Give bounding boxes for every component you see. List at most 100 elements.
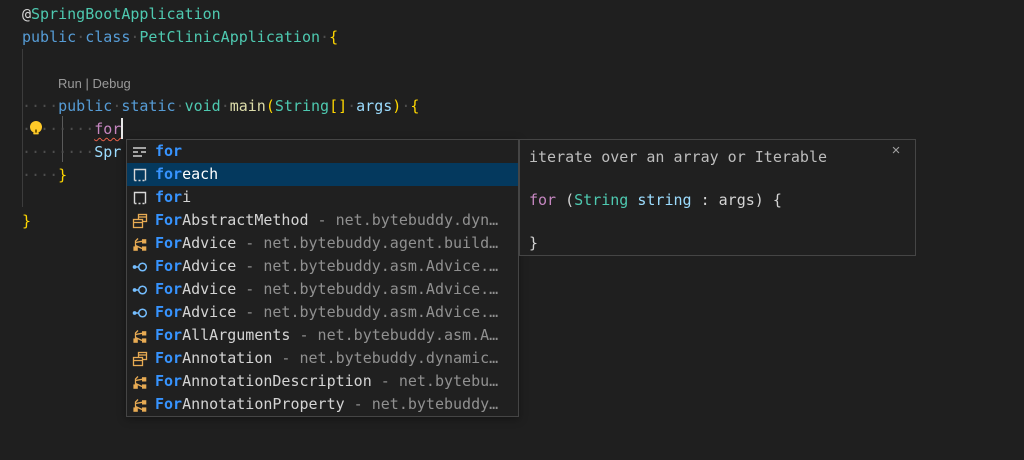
suggestion-item[interactable]: fori [127, 186, 518, 209]
suggestion-label-text: AbstractMethod [182, 209, 308, 232]
interface-icon [132, 305, 148, 321]
code-segment: SpringBootApplication [31, 5, 221, 23]
code-segment: main [230, 97, 266, 115]
code-segment: · [176, 97, 185, 115]
code-segment: { [410, 97, 419, 115]
suggestion-qualifier-text: - net.bytebuddy.asm.Advice.… [236, 255, 498, 278]
suggestion-label-text: Advice [182, 301, 236, 324]
code-segment: ( [266, 97, 275, 115]
suggestion-item[interactable]: ForAllArguments - net.bytebuddy.asm.A… [127, 324, 518, 347]
suggestion-item[interactable]: ForAnnotationProperty - net.bytebuddy… [127, 393, 518, 416]
suggestion-match-text: for [155, 140, 182, 163]
code-segment: ········ [22, 143, 94, 161]
code-segment: ) [392, 97, 401, 115]
suggestion-match-text: For [155, 324, 182, 347]
suggestion-label-text: AnnotationDescription [182, 370, 372, 393]
suggestion-match-text: For [155, 255, 182, 278]
suggestion-qualifier-text: - net.bytebuddy… [345, 393, 499, 416]
code-segment: @ [22, 5, 31, 23]
code-segment: for [94, 120, 121, 138]
suggestion-qualifier-text: - net.bytebuddy.asm.Advice.… [236, 278, 498, 301]
code-segment: ) { [755, 191, 782, 209]
suggestion-match-text: For [155, 347, 182, 370]
suggestion-match-text: For [155, 370, 182, 393]
suggestion-item[interactable]: for [127, 140, 518, 163]
code-segment: : [692, 191, 719, 209]
suggestion-item[interactable]: ForAnnotationDescription - net.bytebu… [127, 370, 518, 393]
suggestion-item[interactable]: ForAbstractMethod - net.bytebuddy.dyn… [127, 209, 518, 232]
suggestion-qualifier-text: - net.bytebuddy.dyn… [309, 209, 499, 232]
suggestion-list: forforeachforiForAbstractMethod - net.by… [127, 140, 518, 416]
codelens-separator: | [82, 76, 93, 91]
docs-summary: iterate over an array or Iterable [529, 146, 827, 168]
docs-code-line: for (String string : args) { [529, 189, 782, 211]
code-line-spr-typed: ········Spr [0, 141, 121, 164]
code-segment: args [719, 191, 755, 209]
suggestion-qualifier-text: - net.bytebuddy.asm.A… [290, 324, 498, 347]
suggestion-qualifier-text: - net.bytebu… [372, 370, 498, 393]
hierarchy-icon [132, 328, 148, 344]
code-segment: · [401, 97, 410, 115]
suggestion-item[interactable]: ForAdvice - net.bytebuddy.asm.Advice.… [127, 301, 518, 324]
hierarchy-icon [132, 236, 148, 252]
lightbulb-icon[interactable] [27, 119, 45, 137]
suggestion-label-text: Advice [182, 278, 236, 301]
suggestion-label-text: Advice [182, 255, 236, 278]
class-icon [132, 351, 148, 367]
code-segment: PetClinicApplication [139, 28, 320, 46]
interface-icon [132, 282, 148, 298]
suggestion-item[interactable]: ForAdvice - net.bytebuddy.asm.Advice.… [127, 255, 518, 278]
suggestion-label-text: AnnotationProperty [182, 393, 345, 416]
close-icon[interactable]: × [887, 142, 905, 160]
codelens-debug-link[interactable]: Debug [92, 76, 130, 91]
codelens: Run | Debug [58, 74, 131, 94]
suggestion-label-text: Advice [182, 232, 236, 255]
code-segment: for [529, 191, 556, 209]
code-segment: } [58, 166, 67, 184]
suggest-widget[interactable]: forforeachforiForAbstractMethod - net.by… [126, 139, 519, 417]
keyword-icon [132, 144, 148, 160]
code-segment: · [320, 28, 329, 46]
hierarchy-icon [132, 374, 148, 390]
interface-icon [132, 259, 148, 275]
suggestion-item[interactable]: ForAdvice - net.bytebuddy.agent.build… [127, 232, 518, 255]
code-segment: } [529, 234, 538, 252]
code-segment: class [85, 28, 130, 46]
snippet-icon [132, 190, 148, 206]
suggestion-item-selected[interactable]: foreach [127, 163, 518, 186]
code-segment: static [121, 97, 175, 115]
suggestion-match-text: for [155, 186, 182, 209]
code-segment: void [185, 97, 221, 115]
code-line-main-method: ····public·static·void·main(String[]·arg… [0, 95, 419, 118]
suggestion-item[interactable]: ForAnnotation - net.bytebuddy.dynamic… [127, 347, 518, 370]
suggestion-match-text: For [155, 232, 182, 255]
class-icon [132, 213, 148, 229]
docs-code-end-line: } [529, 232, 538, 254]
suggestion-match-text: For [155, 301, 182, 324]
code-segment: } [22, 212, 31, 230]
code-segment: · [347, 97, 356, 115]
code-segment: { [329, 28, 338, 46]
suggestion-match-text: for [155, 163, 182, 186]
code-segment: String [574, 191, 628, 209]
suggestion-match-text: For [155, 278, 182, 301]
code-segment: · [76, 28, 85, 46]
code-segment: · [112, 97, 121, 115]
suggestion-docs-panel: iterate over an array or Iterable for (S… [519, 139, 916, 256]
code-segment: string [637, 191, 691, 209]
suggestion-qualifier-text: - net.bytebuddy.asm.Advice.… [236, 301, 498, 324]
suggestion-item[interactable]: ForAdvice - net.bytebuddy.asm.Advice.… [127, 278, 518, 301]
code-segment: ···· [22, 166, 58, 184]
text-cursor [121, 118, 123, 139]
suggestion-label-text: AllArguments [182, 324, 290, 347]
suggestion-qualifier-text: - net.bytebuddy.agent.build… [236, 232, 498, 255]
code-segment: ( [556, 191, 574, 209]
code-editor[interactable]: @SpringBootApplication public·class·PetC… [0, 0, 1024, 460]
code-segment: · [221, 97, 230, 115]
code-segment: Spr [94, 143, 121, 161]
code-segment: [] [329, 97, 347, 115]
code-segment: public [58, 97, 112, 115]
code-line-class-declaration: public·class·PetClinicApplication·{ [0, 26, 338, 49]
code-line-annotation: @SpringBootApplication [0, 3, 221, 26]
codelens-run-link[interactable]: Run [58, 76, 82, 91]
